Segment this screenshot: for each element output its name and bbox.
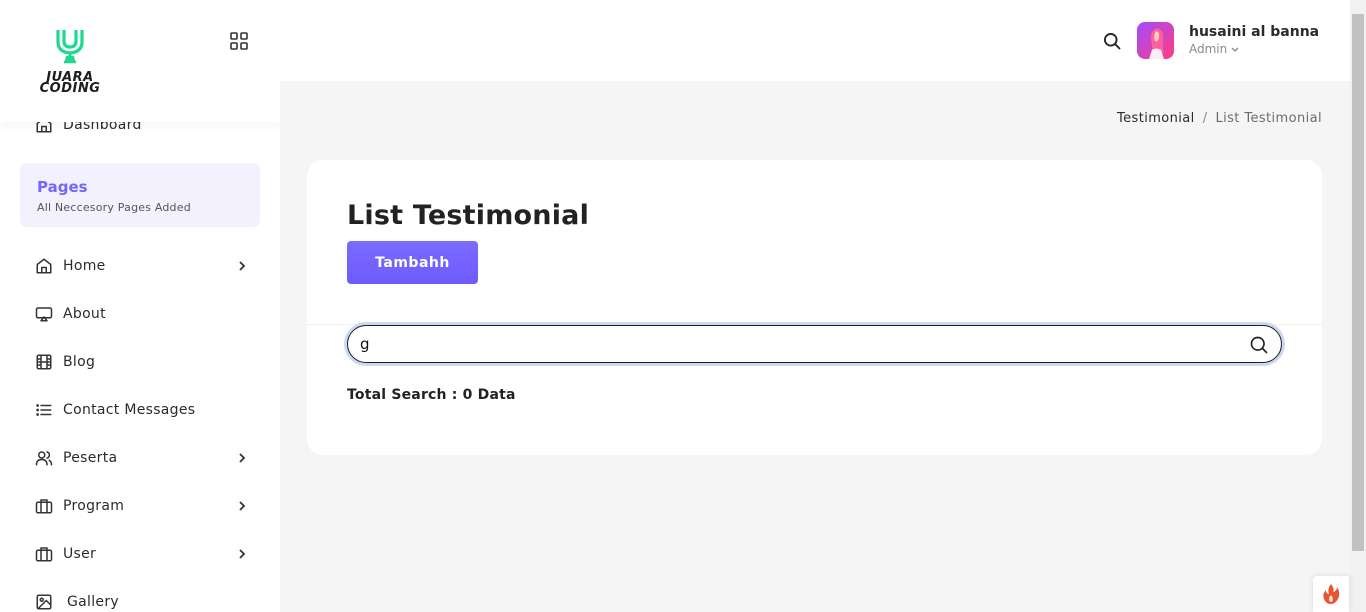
home-icon [34,256,54,276]
sidebar-item-about[interactable]: About [34,302,249,326]
search-icon [1250,336,1268,354]
search-box [347,325,1282,363]
testimonial-card: List Testimonial Tambahh Total Search : … [307,160,1322,455]
sidebar-item-label: Gallery [67,594,119,610]
sidebar-item-label: User [63,546,97,562]
page-title: List Testimonial [347,200,590,231]
pages-subtitle: All Neccesory Pages Added [37,201,191,214]
search-icon [1104,33,1121,50]
debug-toolbar-button[interactable] [1313,576,1349,612]
sidebar-item-program[interactable]: Program [34,494,249,518]
sidebar-item-user[interactable]: User [34,542,249,566]
chevron-right-icon [239,549,246,559]
sidebar: JUARA CODING Dashboard Pages All Necceso… [0,0,280,612]
page-scrollbar[interactable] [1350,0,1366,612]
sidebar-item-gallery[interactable]: Gallery [34,590,249,612]
grid-toggle-button[interactable] [229,31,249,51]
briefcase-icon [34,544,54,564]
breadcrumb-current: List Testimonial [1215,111,1322,126]
image-icon [34,592,54,612]
flame-icon [1323,584,1340,604]
sidebar-item-contact-messages[interactable]: Contact Messages [34,398,249,422]
sidebar-item-label: Blog [63,354,96,370]
chevron-right-icon [239,501,246,511]
search-submit-button[interactable] [1249,335,1269,355]
breadcrumb-separator: / [1202,111,1208,126]
header-search-button[interactable] [1102,31,1122,51]
total-search-count: Total Search : 0 Data [347,387,516,403]
sidebar-item-label: Program [63,498,125,514]
sidebar-item-home[interactable]: Home [34,254,249,278]
film-icon [34,352,54,372]
chevron-right-icon [239,453,246,463]
users-icon [34,448,54,468]
sidebar-item-label: Contact Messages [63,402,196,418]
sidebar-item-label: Home [63,258,106,274]
breadcrumb: Testimonial / List Testimonial [1117,111,1322,126]
monitor-icon [34,304,54,324]
user-role-label: Admin [1189,42,1228,56]
chevron-down-icon [1231,47,1239,52]
pages-title: Pages [37,178,88,196]
breadcrumb-parent[interactable]: Testimonial [1117,111,1195,126]
chevron-right-icon [239,261,246,271]
user-name: husaini al banna [1189,24,1320,40]
sidebar-item-label: Peserta [63,450,118,466]
sidebar-header: JUARA CODING [0,0,280,122]
sidebar-item-peserta[interactable]: Peserta [34,446,249,470]
topbar: husaini al banna Admin [280,0,1350,81]
briefcase-icon [34,496,54,516]
list-icon [34,400,54,420]
user-role-dropdown[interactable]: Admin [1189,42,1240,56]
trophy-logo-icon [56,30,84,64]
scrollbar-thumb[interactable] [1352,14,1364,551]
brand-logo[interactable]: JUARA CODING [32,26,108,96]
pages-section: Pages All Neccesory Pages Added [20,163,260,227]
search-input[interactable] [360,333,1240,355]
user-avatar-icon [1149,28,1164,59]
sidebar-item-blog[interactable]: Blog [34,350,249,374]
avatar[interactable] [1137,22,1174,59]
sidebar-item-label: About [63,306,106,322]
brand-line-2: CODING [39,81,101,96]
add-testimonial-button[interactable]: Tambahh [347,241,478,284]
grid-icon [230,32,248,50]
